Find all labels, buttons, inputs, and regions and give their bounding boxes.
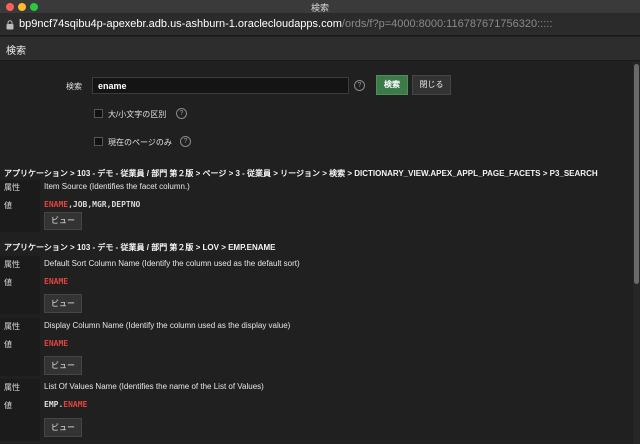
help-icon[interactable]: ? <box>354 80 365 91</box>
dialog-title: 検索 <box>6 46 26 57</box>
value-match: ENAME <box>44 200 69 209</box>
attribute-key: 属性 <box>4 383 20 392</box>
value-key: 値 <box>4 340 12 349</box>
value-key: 値 <box>4 401 12 410</box>
value-key: 値 <box>4 201 12 210</box>
search-button[interactable]: 検索 <box>376 75 408 95</box>
close-button[interactable]: 閉じる <box>412 75 451 95</box>
view-button[interactable]: ビュー <box>44 356 82 375</box>
case-sensitive-label: 大/小文字の区別 <box>108 110 167 119</box>
attribute-key: 属性 <box>4 183 20 192</box>
value-match: ENAME <box>44 277 69 286</box>
scrollbar-thumb[interactable] <box>634 64 639 284</box>
view-button[interactable]: ビュー <box>44 418 82 437</box>
window-titlebar: 検索 <box>0 0 640 14</box>
value-before: EMP. <box>44 400 64 409</box>
current-page-label: 現在のページのみ <box>108 138 172 147</box>
url-host: bp9ncf74sqibu4p-apexebr.adb.us-ashburn-1… <box>19 18 342 30</box>
search-label: 検索 <box>66 82 82 91</box>
window-title: 検索 <box>310 3 329 13</box>
value-match: ENAME <box>63 400 88 409</box>
value-match: ENAME <box>44 339 69 348</box>
current-page-checkbox[interactable] <box>94 137 103 146</box>
attribute-value: Display Column Name (Identify the column… <box>44 321 291 330</box>
attribute-key: 属性 <box>4 322 20 331</box>
value-code: EMP.ENAME <box>44 400 87 409</box>
view-button[interactable]: ビュー <box>44 212 82 230</box>
value-after: ,JOB,MGR,DEPTNO <box>68 200 141 209</box>
attribute-key: 属性 <box>4 260 20 269</box>
value-code: ENAME,JOB,MGR,DEPTNO <box>44 200 140 209</box>
value-key: 値 <box>4 278 12 287</box>
vertical-scrollbar[interactable] <box>633 62 640 444</box>
value-code: ENAME <box>44 277 68 286</box>
url-text[interactable]: bp9ncf74sqibu4p-apexebr.adb.us-ashburn-1… <box>19 18 552 30</box>
search-input[interactable] <box>92 77 349 94</box>
help-icon[interactable]: ? <box>180 136 191 147</box>
case-sensitive-checkbox[interactable] <box>94 109 103 118</box>
attribute-value: Default Sort Column Name (Identify the c… <box>44 259 300 268</box>
url-path: /ords/f?p=4000:8000:116787671756320::::: <box>341 18 553 30</box>
result-path[interactable]: アプリケーション > 103 - デモ - 従業員 / 部門 第２版 > ページ… <box>4 168 598 179</box>
value-code: ENAME <box>44 339 68 348</box>
attribute-value: List Of Values Name (Identifies the name… <box>44 382 264 391</box>
view-button[interactable]: ビュー <box>44 294 82 313</box>
help-icon[interactable]: ? <box>176 108 187 119</box>
address-bar[interactable]: bp9ncf74sqibu4p-apexebr.adb.us-ashburn-1… <box>0 14 640 36</box>
dialog-header: 検索 <box>0 37 640 61</box>
lock-icon <box>6 20 14 30</box>
result-path[interactable]: アプリケーション > 103 - デモ - 従業員 / 部門 第２版 > LOV… <box>4 242 276 253</box>
attribute-value: Item Source (Identifies the facet column… <box>44 182 190 191</box>
